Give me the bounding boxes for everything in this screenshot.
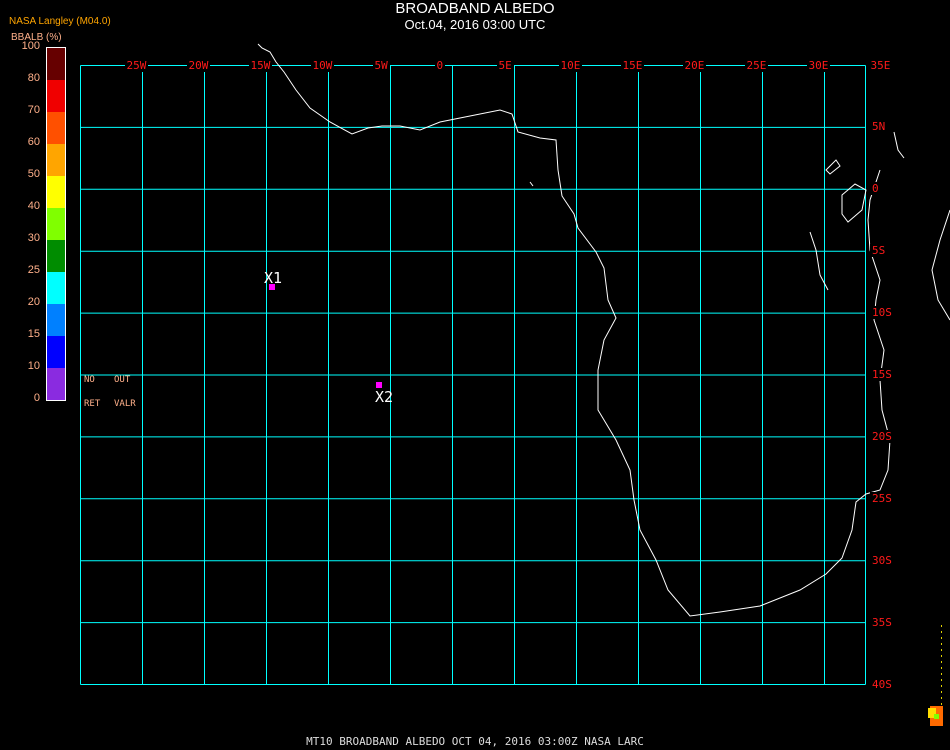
lat-label: 40S xyxy=(870,677,894,691)
lat-label: 30S xyxy=(870,553,894,567)
colored-data-patch xyxy=(928,706,943,726)
marker-x2-label: X2 xyxy=(375,388,394,406)
lon-label: 0 xyxy=(434,59,446,72)
lat-label: 25S xyxy=(870,491,894,505)
bioko-island xyxy=(529,181,534,187)
lon-label: 5W xyxy=(372,59,390,72)
lat-label: 35S xyxy=(870,615,894,629)
map-canvas xyxy=(80,43,950,726)
lake-albert xyxy=(825,159,841,175)
lon-label: 15W xyxy=(248,59,273,72)
lat-label: 0 xyxy=(870,182,881,196)
marker-x1-label: X1 xyxy=(264,269,283,287)
lake-tanganyika xyxy=(809,231,829,291)
africa-coastline xyxy=(257,43,891,617)
lon-label: 10E xyxy=(558,59,583,72)
satellite-map-view: BROADBAND ALBEDO Oct.04, 2016 03:00 UTC … xyxy=(0,0,950,750)
lat-label: 5S xyxy=(870,244,888,258)
madagascar-coast xyxy=(931,209,950,321)
footer-caption: MT10 BROADBAND ALBEDO OCT 04, 2016 03:00… xyxy=(306,735,644,748)
lat-lon-grid xyxy=(80,65,866,685)
lon-label: 5E xyxy=(496,59,514,72)
lon-label: 25W xyxy=(124,59,149,72)
lat-label: 10S xyxy=(870,306,894,320)
lake-turkana xyxy=(893,131,905,159)
lat-label: 5N xyxy=(870,120,888,134)
lon-label: 35E xyxy=(868,59,893,72)
lon-label: 15E xyxy=(620,59,645,72)
lat-label: 15S xyxy=(870,368,894,381)
lon-label: 20E xyxy=(682,59,707,72)
lon-label: 25E xyxy=(744,59,769,72)
lat-label: 20S xyxy=(870,429,894,443)
scan-edge-dots xyxy=(941,625,942,705)
lon-label: 30E xyxy=(806,59,831,72)
lon-label: 10W xyxy=(310,59,335,72)
lon-label: 20W xyxy=(186,59,211,72)
